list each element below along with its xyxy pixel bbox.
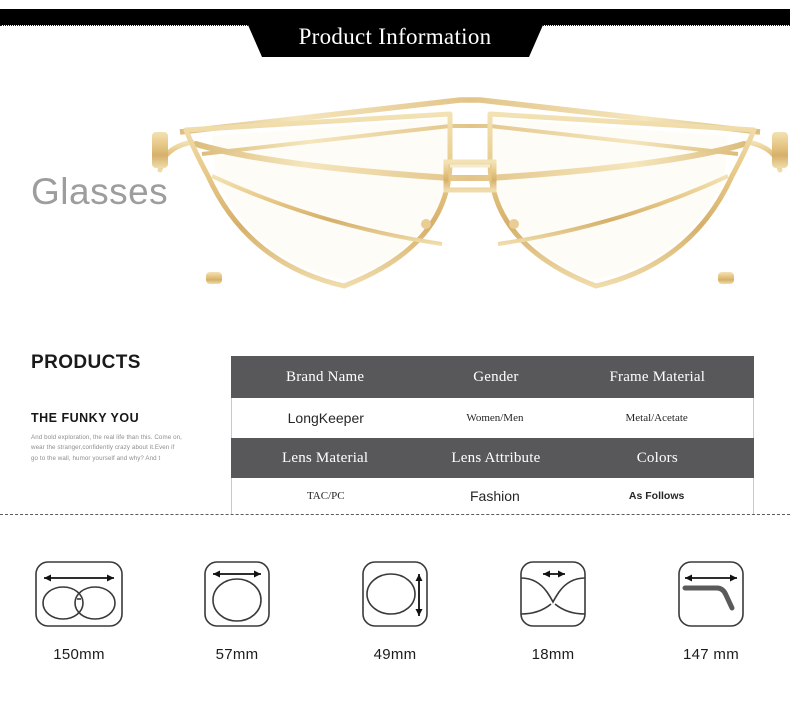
column-header-lens-material: Lens Material — [281, 449, 369, 466]
table-header-row: Brand Name Gender Frame Material — [231, 356, 754, 398]
measurement-frame-width: 150mm — [9, 558, 149, 663]
measurements-row: 150mm 57mm 49mm 18mm 147 mm — [0, 558, 790, 673]
cell-brand-name: LongKeeper — [287, 410, 364, 426]
measurement-label: 147 mm — [683, 646, 739, 663]
lens-width-icon — [204, 561, 270, 627]
measurement-lens-height: 49mm — [325, 558, 465, 663]
measurement-label: 49mm — [373, 646, 417, 663]
measurement-lens-width: 57mm — [167, 558, 307, 663]
funky-body-text: And bold exploration, the real life than… — [31, 434, 182, 462]
column-header-lens-attribute: Lens Attribute — [451, 449, 541, 466]
cell-lens-attribute: Fashion — [470, 488, 520, 504]
page-title: Product Information — [298, 24, 492, 49]
measurement-label: 150mm — [53, 646, 105, 663]
products-heading: PRODUCTS — [31, 352, 141, 373]
lens-height-icon — [362, 561, 428, 627]
temple-length-icon — [678, 561, 744, 627]
table-header-row: Lens Material Lens Attribute Colors — [231, 438, 754, 478]
hero-word: Glasses — [31, 171, 169, 212]
cell-frame-material: Metal/Acetate — [625, 412, 688, 424]
cell-gender: Women/Men — [466, 412, 524, 424]
section-divider — [0, 514, 790, 515]
measurement-temple-length: 147 mm — [641, 558, 781, 663]
table-row: LongKeeper Women/Men Metal/Acetate — [231, 398, 754, 438]
bridge-width-icon — [520, 561, 586, 627]
column-header-gender: Gender — [473, 368, 519, 385]
funky-heading: THE FUNKY YOU — [31, 411, 140, 425]
column-header-frame-material: Frame Material — [609, 368, 706, 385]
cell-lens-material: TAC/PC — [306, 490, 345, 502]
gold-cat-eye-glasses-photo — [152, 97, 788, 289]
table-row: TAC/PC Fashion As Follows — [231, 478, 754, 514]
measurement-label: 18mm — [531, 646, 575, 663]
cell-colors: As Follows — [628, 490, 685, 502]
hero-section: Glasses — [0, 60, 790, 330]
frame-total-width-icon — [35, 561, 123, 627]
measurement-label: 57mm — [215, 646, 259, 663]
column-header-colors: Colors — [636, 449, 678, 466]
spec-table: Brand Name Gender Frame Material LongKee… — [231, 356, 754, 514]
measurement-bridge-width: 18mm — [483, 558, 623, 663]
column-header-brand-name: Brand Name — [286, 368, 365, 385]
